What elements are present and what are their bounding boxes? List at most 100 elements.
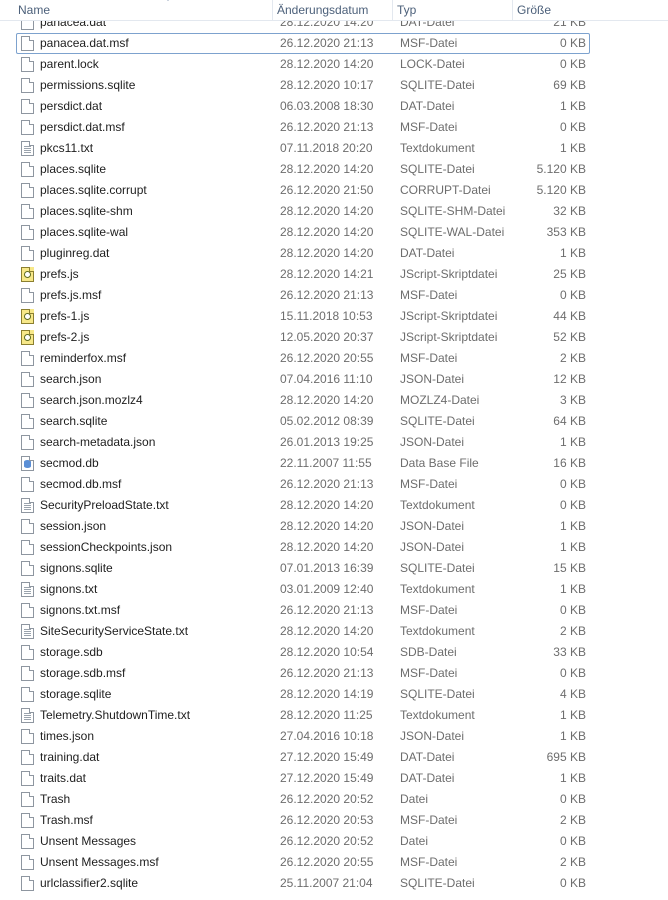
file-row[interactable]: search.sqlite 05.02.2012 08:39 SQLITE-Date… xyxy=(16,411,590,432)
file-row[interactable]: prefs-1.js 15.11.2018 10:53 JScript-Skript… xyxy=(16,306,590,327)
file-name: signons.txt.msf xyxy=(40,603,121,617)
file-name: secmod.db.msf xyxy=(40,477,122,491)
column-header-name[interactable]: Name xyxy=(14,0,273,20)
file-row[interactable]: Telemetry.ShutdownTime.txt 28.12.2020 11:… xyxy=(16,705,590,726)
file-date: 22.11.2007 11:55 xyxy=(280,456,372,470)
file-name: places.sqlite-wal xyxy=(40,225,129,239)
file-type: SQLITE-Datei xyxy=(400,78,475,92)
file-row[interactable]: signons.txt.msf 26.12.2020 21:13 MSF-Datei… xyxy=(16,600,590,621)
file-icon xyxy=(21,666,34,681)
file-name: signons.sqlite xyxy=(40,561,113,575)
file-date: 28.12.2020 10:17 xyxy=(280,78,374,92)
column-header-date[interactable]: Änderungsdatum xyxy=(273,0,393,20)
file-type: SDB-Datei xyxy=(400,645,457,659)
file-icon xyxy=(21,120,34,135)
file-row[interactable]: places.sqlite-shm 28.12.2020 14:20 SQLITE-… xyxy=(16,201,590,222)
file-date: 28.12.2020 14:20 xyxy=(280,393,374,407)
file-type: SQLITE-Datei xyxy=(400,687,475,701)
file-row[interactable]: times.json 27.04.2016 10:18 JSON-Datei 1 KB xyxy=(16,726,590,747)
file-row[interactable]: permissions.sqlite 28.12.2020 10:17 SQLITE… xyxy=(16,75,590,96)
file-icon xyxy=(21,288,34,303)
file-size: 0 KB xyxy=(559,834,586,848)
file-row[interactable]: parent.lock 28.12.2020 14:20 LOCK-Datei 0 K… xyxy=(16,54,590,75)
file-row[interactable]: places.sqlite 28.12.2020 14:20 SQLITE-Date… xyxy=(16,159,590,180)
file-row[interactable]: prefs.js 28.12.2020 14:21 JScript-Skriptda… xyxy=(16,264,590,285)
file-date: 07.01.2013 16:39 xyxy=(280,561,374,575)
file-row[interactable]: prefs-2.js 12.05.2020 20:37 JScript-Skript… xyxy=(16,327,590,348)
file-size: 1 KB xyxy=(559,771,586,785)
file-row[interactable]: SecurityPreloadState.txt 28.12.2020 14:20… xyxy=(16,495,590,516)
file-row[interactable]: search.json.mozlz4 28.12.2020 14:20 MOZLZ4… xyxy=(16,390,590,411)
file-name: Trash.msf xyxy=(40,813,93,827)
file-row[interactable]: search.json 07.04.2016 11:10 JSON-Datei 12 … xyxy=(16,369,590,390)
file-row[interactable]: Trash 26.12.2020 20:52 Datei 0 KB xyxy=(16,789,590,810)
file-name: Trash xyxy=(40,792,71,806)
column-header-type-label: Typ xyxy=(397,3,417,17)
file-row[interactable]: Unsent Messages 26.12.2020 20:52 Datei 0 KB xyxy=(16,831,590,852)
file-name: Telemetry.ShutdownTime.txt xyxy=(40,708,191,722)
file-date: 28.12.2020 14:20 xyxy=(280,624,374,638)
file-row[interactable]: signons.sqlite 07.01.2013 16:39 SQLITE-Dat… xyxy=(16,558,590,579)
file-row[interactable]: sessionCheckpoints.json 28.12.2020 14:20 J… xyxy=(16,537,590,558)
file-icon xyxy=(21,813,34,828)
file-date: 26.12.2020 21:13 xyxy=(280,603,374,617)
file-name: storage.sdb.msf xyxy=(40,666,126,680)
file-type: MSF-Datei xyxy=(400,351,458,365)
file-date: 28.12.2020 14:20 xyxy=(280,204,374,218)
file-row[interactable]: urlclassifier2.sqlite 25.11.2007 21:04 SQL… xyxy=(16,873,590,894)
file-row[interactable]: panacea.dat.msf 26.12.2020 21:13 MSF-Datei… xyxy=(16,33,590,54)
file-row[interactable]: pluginreg.dat 28.12.2020 14:20 DAT-Datei 1 … xyxy=(16,243,590,264)
file-row[interactable]: search-metadata.json 26.01.2013 19:25 JSON… xyxy=(16,432,590,453)
file-size: 3 KB xyxy=(559,393,586,407)
file-size: 2 KB xyxy=(559,624,586,638)
file-row[interactable]: secmod.db 22.11.2007 11:55 Data Base File 1… xyxy=(16,453,590,474)
file-row[interactable]: places.sqlite-wal 28.12.2020 14:20 SQLITE-… xyxy=(16,222,590,243)
file-row[interactable]: places.sqlite.corrupt 26.12.2020 21:50 COR… xyxy=(16,180,590,201)
file-row[interactable]: persdict.dat 06.03.2008 18:30 DAT-Datei 1 K… xyxy=(16,96,590,117)
file-size: 0 KB xyxy=(559,792,586,806)
column-header-type[interactable]: Typ xyxy=(393,0,513,20)
file-size: 0 KB xyxy=(559,666,586,680)
column-header-date-label: Änderungsdatum xyxy=(277,3,369,17)
file-name: storage.sdb xyxy=(40,645,103,659)
file-date: 28.12.2020 11:25 xyxy=(280,708,373,722)
file-date: 27.12.2020 15:49 xyxy=(280,771,374,785)
file-icon xyxy=(21,540,34,555)
file-icon xyxy=(21,57,34,72)
file-name: places.sqlite xyxy=(40,162,107,176)
column-header-bar: Name Änderungsdatum Typ Größe xyxy=(0,0,668,21)
file-type: MSF-Datei xyxy=(400,813,458,827)
script-file-icon xyxy=(21,330,34,345)
file-date: 26.12.2020 21:13 xyxy=(280,120,374,134)
file-type: MSF-Datei xyxy=(400,603,458,617)
file-row[interactable]: storage.sqlite 28.12.2020 14:19 SQLITE-Dat… xyxy=(16,684,590,705)
file-row[interactable]: storage.sdb.msf 26.12.2020 21:13 MSF-Datei… xyxy=(16,663,590,684)
file-row[interactable]: prefs.js.msf 26.12.2020 21:13 MSF-Datei 0 K… xyxy=(16,285,590,306)
file-row[interactable]: storage.sdb 28.12.2020 10:54 SDB-Datei 33 K… xyxy=(16,642,590,663)
file-row[interactable]: traits.dat 27.12.2020 15:49 DAT-Datei 1 KB xyxy=(16,768,590,789)
file-name: urlclassifier2.sqlite xyxy=(40,876,139,890)
file-size: 1 KB xyxy=(559,708,586,722)
file-type: SQLITE-SHM-Datei xyxy=(400,204,506,218)
file-size: 0 KB xyxy=(559,36,586,50)
file-name: persdict.dat.msf xyxy=(40,120,125,134)
file-row[interactable]: secmod.db.msf 26.12.2020 21:13 MSF-Datei 0 … xyxy=(16,474,590,495)
file-date: 06.03.2008 18:30 xyxy=(280,99,374,113)
file-name: places.sqlite.corrupt xyxy=(40,183,147,197)
file-row[interactable]: session.json 28.12.2020 14:20 JSON-Datei 1 … xyxy=(16,516,590,537)
file-icon xyxy=(21,855,34,870)
file-type: JSON-Datei xyxy=(400,519,465,533)
file-name: search.json xyxy=(40,372,102,386)
file-row[interactable]: pkcs11.txt 07.11.2018 20:20 Textdokument 1 … xyxy=(16,138,590,159)
file-name: SecurityPreloadState.txt xyxy=(40,498,169,512)
file-row[interactable]: signons.txt 03.01.2009 12:40 Textdokument 1… xyxy=(16,579,590,600)
file-date: 26.01.2013 19:25 xyxy=(280,435,374,449)
file-row[interactable]: reminderfox.msf 26.12.2020 20:55 MSF-Datei… xyxy=(16,348,590,369)
file-icon xyxy=(21,519,34,534)
file-row[interactable]: Unsent Messages.msf 26.12.2020 20:55 MSF-D… xyxy=(16,852,590,873)
file-row[interactable]: SiteSecurityServiceState.txt 28.12.2020 1… xyxy=(16,621,590,642)
file-row[interactable]: training.dat 27.12.2020 15:49 DAT-Datei 695… xyxy=(16,747,590,768)
column-header-size[interactable]: Größe xyxy=(513,0,593,20)
file-row[interactable]: Trash.msf 26.12.2020 20:53 MSF-Datei 2 KB xyxy=(16,810,590,831)
file-row[interactable]: persdict.dat.msf 26.12.2020 21:13 MSF-Date… xyxy=(16,117,590,138)
